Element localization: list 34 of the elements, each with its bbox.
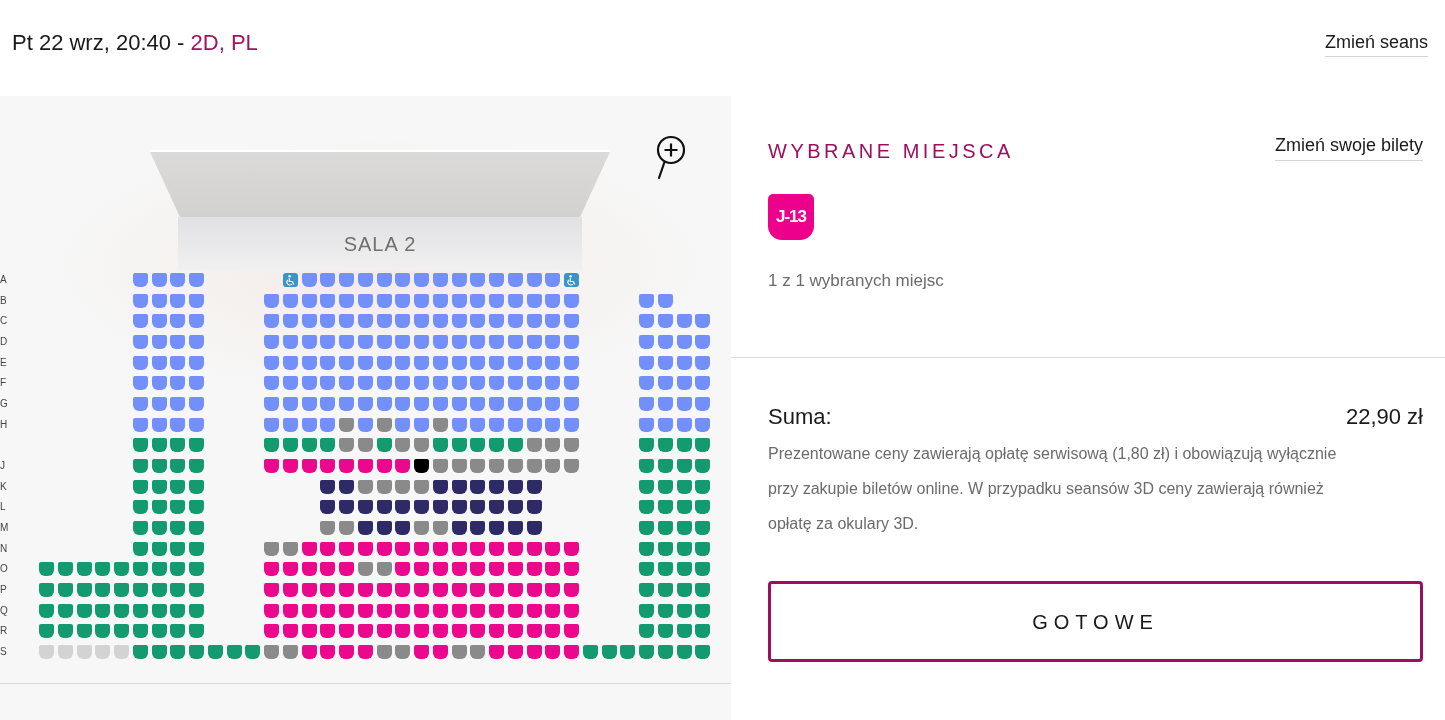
row-label: Q	[0, 603, 9, 618]
seat-tag: J-13	[768, 194, 814, 240]
wheelchair-seat[interactable]	[282, 273, 298, 287]
showtime-title: Pt 22 wrz, 20:40 - 2D, PL	[12, 29, 258, 57]
wheelchair-icon	[566, 274, 577, 286]
change-tickets-link[interactable]: Zmień swoje bilety	[1274, 133, 1423, 161]
row-label: R	[0, 624, 9, 639]
row-label: F	[0, 376, 8, 391]
row-label: L	[0, 500, 7, 515]
row-label: D	[0, 334, 9, 349]
change-showtime-link[interactable]: Zmień seans	[1324, 30, 1428, 57]
hall-name: SALA 2	[343, 231, 417, 256]
done-button[interactable]: GOTOWE	[768, 581, 1423, 662]
zoom-in-icon[interactable]	[654, 135, 688, 180]
row-label: H	[0, 417, 9, 432]
row-label: J	[0, 458, 6, 473]
row-label: O	[0, 562, 9, 577]
wheelchair-icon	[284, 274, 296, 286]
row-label: C	[0, 314, 9, 329]
row-label: E	[0, 355, 8, 370]
row-label: K	[0, 479, 8, 494]
total-label: Suma:	[768, 403, 832, 431]
row-label: A	[0, 273, 8, 287]
section-title: WYBRANE MIEJSCA	[768, 139, 1014, 164]
row-label: N	[0, 541, 9, 556]
row-label: G	[0, 396, 9, 411]
row-label: M	[0, 520, 9, 535]
wheelchair-seat[interactable]	[564, 273, 579, 287]
total-price: 22,90 zł	[1345, 403, 1423, 431]
row-label: B	[0, 293, 8, 308]
row-label: S	[0, 644, 8, 659]
row-label: P	[0, 582, 8, 597]
price-note: Prezentowane ceny zawierają opłatę serwisową (1,80 zł) i obowiązują wyłącznie przy zakupie biletów online. W przypadku seansów 3D ceny zawierają również opłatę za okulary 3D.	[768, 444, 1338, 534]
seat-count-text: 1 z 1 wybranych miejsc	[768, 270, 945, 292]
